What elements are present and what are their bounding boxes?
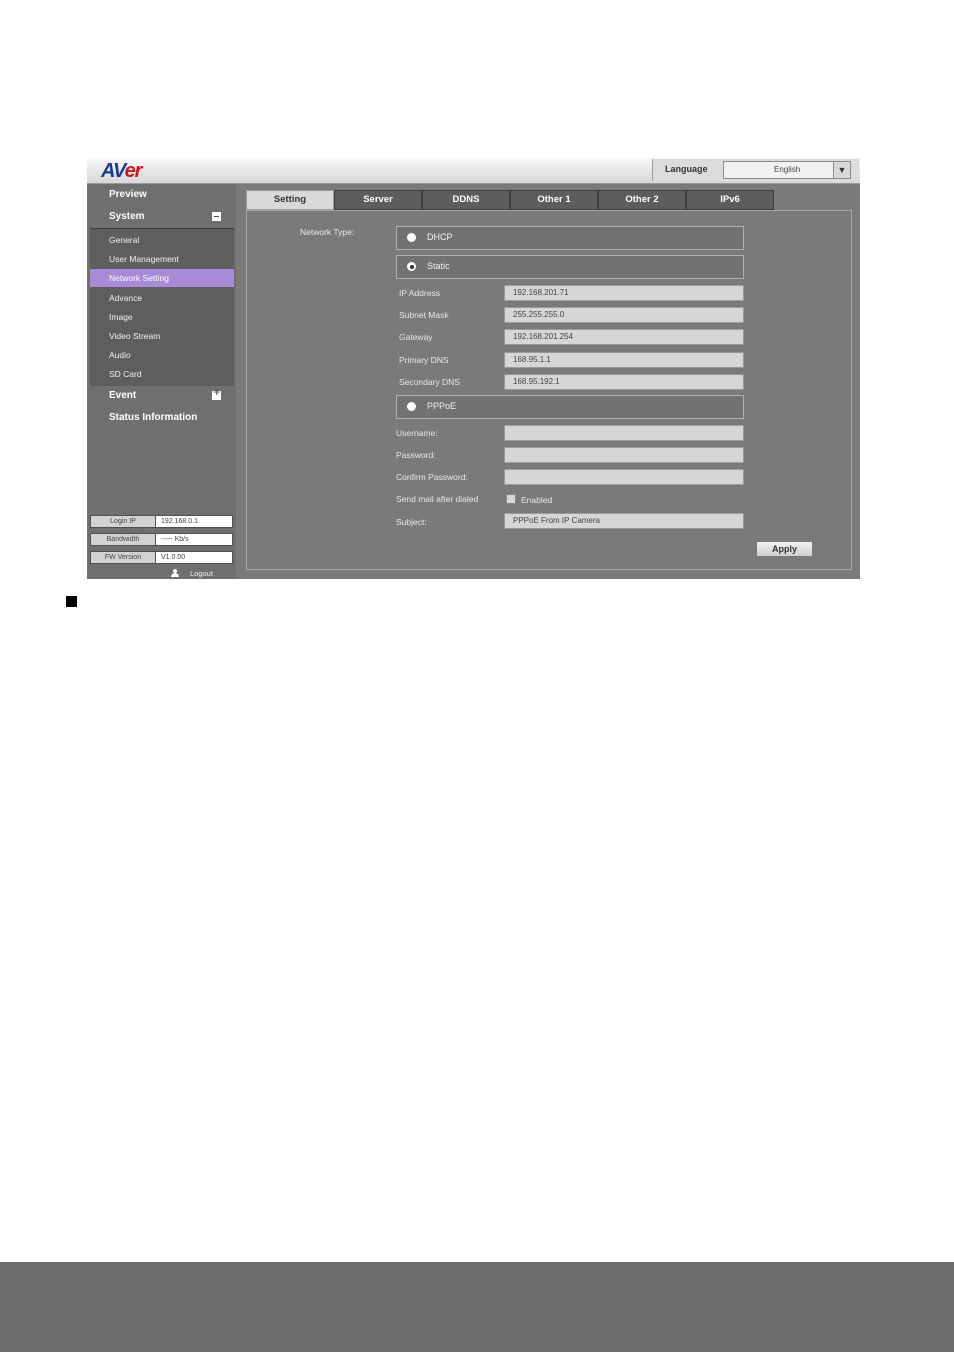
collapse-icon[interactable] — [212, 212, 221, 221]
pppoe-option[interactable]: PPPoE — [396, 395, 744, 419]
pppoe-radio[interactable] — [407, 402, 416, 411]
tab-ipv6[interactable]: IPv6 — [686, 190, 774, 210]
secondary-dns-field[interactable]: 168.95.192.1 — [504, 374, 744, 390]
username-label: Username: — [396, 428, 438, 438]
confirm-password-label: Confirm Password: — [396, 472, 468, 482]
logout-label: Logout — [190, 569, 213, 578]
subject-value: PPPoE From IP Camera — [513, 516, 600, 525]
ip-address-value: 192.168.201.71 — [513, 288, 569, 297]
setting-panel: Network Type: DHCP Static IP Address 192… — [246, 210, 852, 570]
sidebar-item-system[interactable]: System — [109, 211, 145, 222]
tab-server[interactable]: Server — [334, 190, 422, 210]
subject-label: Subject: — [396, 517, 427, 527]
primary-dns-label: Primary DNS — [399, 355, 449, 365]
system-submenu: General User Management Network Setting … — [90, 228, 234, 386]
logo-text: AV — [101, 160, 126, 182]
apply-button[interactable]: Apply — [756, 541, 813, 557]
gateway-field[interactable]: 192.168.201.254 — [504, 329, 744, 345]
sidebar-item-preview[interactable]: Preview — [109, 189, 147, 200]
top-bar: AVer Language English ▼ — [87, 158, 860, 184]
primary-dns-field[interactable]: 168.95.1.1 — [504, 352, 744, 368]
ip-address-label: IP Address — [399, 288, 440, 298]
sidebar-item-advance[interactable]: Advance — [90, 289, 234, 307]
static-label: Static — [427, 261, 450, 271]
sidebar-item-sd-card[interactable]: SD Card — [90, 365, 234, 383]
gateway-label: Gateway — [399, 332, 433, 342]
login-ip-value: 192.168.0.1 — [161, 518, 198, 525]
primary-dns-value: 168.95.1.1 — [513, 355, 551, 364]
sidebar: Preview System General User Management N… — [87, 184, 236, 579]
tab-setting[interactable]: Setting — [246, 190, 334, 210]
bandwidth-row: Bandwidth ----- Kb/s — [90, 533, 233, 546]
network-type-label: Network Type: — [300, 227, 355, 237]
logo-text-accent: er — [124, 160, 143, 182]
subnet-mask-label: Subnet Mask — [399, 310, 449, 320]
sidebar-item-audio[interactable]: Audio — [90, 346, 234, 364]
secondary-dns-value: 168.95.192.1 — [513, 377, 560, 386]
menu-label: Video Stream — [109, 331, 161, 341]
sidebar-item-video-stream[interactable]: Video Stream — [90, 327, 234, 345]
camera-web-ui: AVer Language English ▼ Preview System G… — [87, 158, 860, 579]
enabled-checkbox[interactable] — [506, 494, 516, 504]
fw-version-label: FW Version — [91, 552, 156, 563]
menu-label: General — [109, 235, 140, 245]
sidebar-item-user-management[interactable]: User Management — [90, 250, 234, 268]
send-mail-label: Send mail after dialed — [396, 494, 479, 504]
sidebar-item-event[interactable]: Event — [109, 390, 136, 401]
language-label: Language — [665, 164, 708, 174]
menu-label: SD Card — [109, 369, 142, 379]
fw-version-value: V1.0.00 — [161, 554, 186, 561]
bullet-square — [66, 596, 77, 607]
menu-label: Network Setting — [109, 273, 169, 283]
subnet-mask-value: 255.255.255.0 — [513, 310, 565, 319]
pppoe-label: PPPoE — [427, 401, 457, 411]
bandwidth-label: Bandwidth — [91, 534, 156, 545]
language-value: English — [774, 165, 801, 174]
menu-label: User Management — [109, 254, 179, 264]
password-label: Password: — [396, 450, 436, 460]
gateway-value: 192.168.201.254 — [513, 332, 574, 341]
password-field[interactable] — [504, 447, 744, 463]
username-field[interactable] — [504, 425, 744, 441]
sidebar-item-status-information[interactable]: Status Information — [109, 412, 197, 423]
login-ip-row: Login IP 192.168.0.1 — [90, 515, 233, 528]
sidebar-item-image[interactable]: Image — [90, 308, 234, 326]
main-content: Setting Server DDNS Other 1 Other 2 IPv6… — [237, 184, 860, 579]
static-option[interactable]: Static — [396, 255, 744, 279]
tab-other-2[interactable]: Other 2 — [598, 190, 686, 210]
menu-label: Advance — [109, 293, 143, 303]
expand-icon[interactable] — [212, 388, 221, 400]
logout-link[interactable]: Logout — [171, 569, 213, 578]
tab-ddns[interactable]: DDNS — [422, 190, 510, 210]
enabled-label: Enabled — [521, 495, 553, 505]
sidebar-item-network-setting[interactable]: Network Setting — [90, 269, 234, 287]
aver-logo: AVer — [101, 160, 143, 183]
fw-version-row: FW Version V1.0.00 — [90, 551, 233, 564]
menu-label: Image — [109, 312, 133, 322]
login-ip-label: Login IP — [91, 516, 156, 527]
secondary-dns-label: Secondary DNS — [399, 377, 460, 387]
user-icon — [171, 569, 179, 577]
page-footer-band — [0, 1262, 954, 1352]
ip-address-field[interactable]: 192.168.201.71 — [504, 285, 744, 301]
static-radio[interactable] — [407, 262, 416, 271]
subject-field[interactable]: PPPoE From IP Camera — [504, 513, 744, 529]
language-select[interactable]: English ▼ — [723, 161, 851, 179]
dhcp-option[interactable]: DHCP — [396, 226, 744, 250]
dhcp-label: DHCP — [427, 232, 453, 242]
dhcp-radio[interactable] — [407, 233, 416, 242]
chevron-down-icon[interactable]: ▼ — [833, 162, 850, 178]
tab-other-1[interactable]: Other 1 — [510, 190, 598, 210]
subnet-mask-field[interactable]: 255.255.255.0 — [504, 307, 744, 323]
menu-label: Audio — [109, 350, 131, 360]
language-box: Language English ▼ — [652, 159, 859, 181]
confirm-password-field[interactable] — [504, 469, 744, 485]
bandwidth-value: ----- Kb/s — [161, 536, 189, 543]
sidebar-item-general[interactable]: General — [90, 231, 234, 249]
